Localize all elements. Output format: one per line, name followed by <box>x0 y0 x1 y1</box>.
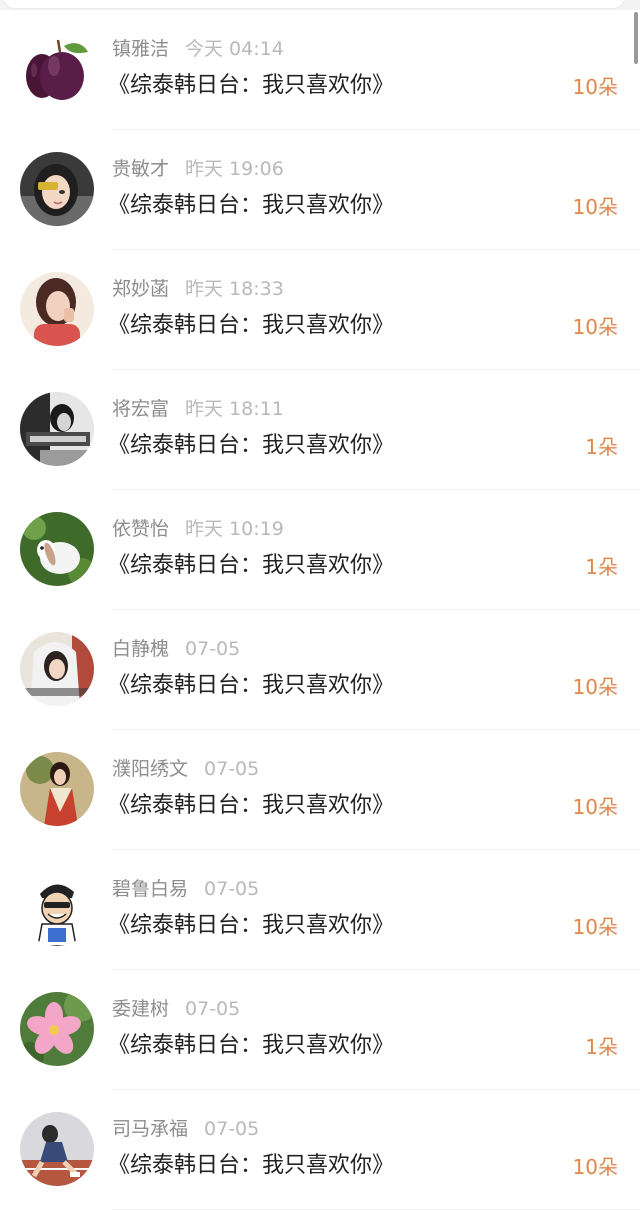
timestamp: 今天 04:14 <box>185 38 284 60</box>
gift-count: 10朵 <box>572 315 618 339</box>
monochrome-photo-avatar-icon[interactable] <box>20 392 94 466</box>
timestamp: 昨天 19:06 <box>185 158 284 180</box>
book-title: 《综泰韩日台：我只喜欢你》 <box>108 913 395 938</box>
name-line: 郑妙菡 昨天 18:33 <box>112 276 284 302</box>
user-name: 白静槐 <box>112 638 170 660</box>
top-card-edge <box>4 0 624 8</box>
user-name: 镇雅洁 <box>112 38 170 60</box>
timestamp: 07-05 <box>185 638 241 660</box>
gift-count: 1朵 <box>585 435 618 459</box>
user-name: 郑妙菡 <box>112 278 170 300</box>
gift-record-list: 镇雅洁 今天 04:14 《综泰韩日台：我只喜欢你》 10朵 贵敏才 昨天 19:0… <box>0 10 640 1210</box>
book-title: 《综泰韩日台：我只喜欢你》 <box>108 433 395 458</box>
girl-hoodie-avatar-icon[interactable] <box>20 632 94 706</box>
cartoon-man-avatar-icon[interactable] <box>20 872 94 946</box>
list-item[interactable]: 白静槐 07-05 《综泰韩日台：我只喜欢你》 10朵 <box>0 610 640 730</box>
gift-count: 10朵 <box>572 675 618 699</box>
pink-flower-avatar-icon[interactable] <box>20 992 94 1066</box>
user-name: 将宏富 <box>112 398 170 420</box>
timestamp: 昨天 10:19 <box>185 518 284 540</box>
book-title: 《综泰韩日台：我只喜欢你》 <box>108 1153 395 1178</box>
book-title: 《综泰韩日台：我只喜欢你》 <box>108 313 395 338</box>
list-item[interactable]: 司马承福 07-05 《综泰韩日台：我只喜欢你》 10朵 <box>0 1090 640 1210</box>
list-item[interactable]: 郑妙菡 昨天 18:33 《综泰韩日台：我只喜欢你》 10朵 <box>0 250 640 370</box>
running-track-avatar-icon[interactable] <box>20 1112 94 1186</box>
user-name: 碧鲁白易 <box>112 878 189 900</box>
top-area <box>0 0 640 10</box>
book-title: 《综泰韩日台：我只喜欢你》 <box>108 553 395 578</box>
name-line: 将宏富 昨天 18:11 <box>112 396 284 422</box>
rabbit-avatar-icon[interactable] <box>20 512 94 586</box>
girl-portrait-avatar-icon[interactable] <box>20 152 94 226</box>
list-item[interactable]: 濮阳绣文 07-05 《综泰韩日台：我只喜欢你》 10朵 <box>0 730 640 850</box>
gift-count: 1朵 <box>585 1035 618 1059</box>
girl-red-avatar-icon[interactable] <box>20 272 94 346</box>
gift-count: 1朵 <box>585 555 618 579</box>
name-line: 濮阳绣文 07-05 <box>112 756 259 782</box>
name-line: 碧鲁白易 07-05 <box>112 876 259 902</box>
name-line: 贵敏才 昨天 19:06 <box>112 156 284 182</box>
timestamp: 07-05 <box>185 998 241 1020</box>
timestamp: 07-05 <box>204 878 260 900</box>
book-title: 《综泰韩日台：我只喜欢你》 <box>108 193 395 218</box>
timestamp: 昨天 18:33 <box>185 278 284 300</box>
name-line: 镇雅洁 今天 04:14 <box>112 36 284 62</box>
name-line: 依赞怡 昨天 10:19 <box>112 516 284 542</box>
book-title: 《综泰韩日台：我只喜欢你》 <box>108 73 395 98</box>
list-item[interactable]: 镇雅洁 今天 04:14 《综泰韩日台：我只喜欢你》 10朵 <box>0 10 640 130</box>
costume-avatar-icon[interactable] <box>20 752 94 826</box>
gift-count: 10朵 <box>572 795 618 819</box>
timestamp: 昨天 18:11 <box>185 398 284 420</box>
list-item[interactable]: 委建树 07-05 《综泰韩日台：我只喜欢你》 1朵 <box>0 970 640 1090</box>
gift-count: 10朵 <box>572 1155 618 1179</box>
gift-count: 10朵 <box>572 915 618 939</box>
list-item[interactable]: 将宏富 昨天 18:11 《综泰韩日台：我只喜欢你》 1朵 <box>0 370 640 490</box>
name-line: 白静槐 07-05 <box>112 636 240 662</box>
book-title: 《综泰韩日台：我只喜欢你》 <box>108 793 395 818</box>
list-item[interactable]: 碧鲁白易 07-05 《综泰韩日台：我只喜欢你》 10朵 <box>0 850 640 970</box>
book-title: 《综泰韩日台：我只喜欢你》 <box>108 1033 395 1058</box>
list-item[interactable]: 贵敏才 昨天 19:06 《综泰韩日台：我只喜欢你》 10朵 <box>0 130 640 250</box>
user-name: 濮阳绣文 <box>112 758 189 780</box>
user-name: 贵敏才 <box>112 158 170 180</box>
user-name: 委建树 <box>112 998 170 1020</box>
timestamp: 07-05 <box>204 1118 260 1140</box>
user-name: 司马承福 <box>112 1118 189 1140</box>
gift-count: 10朵 <box>572 75 618 99</box>
plum-avatar-icon[interactable] <box>20 32 94 106</box>
gift-count: 10朵 <box>572 195 618 219</box>
user-name: 依赞怡 <box>112 518 170 540</box>
book-title: 《综泰韩日台：我只喜欢你》 <box>108 673 395 698</box>
name-line: 委建树 07-05 <box>112 996 240 1022</box>
timestamp: 07-05 <box>204 758 260 780</box>
name-line: 司马承福 07-05 <box>112 1116 259 1142</box>
list-item[interactable]: 依赞怡 昨天 10:19 《综泰韩日台：我只喜欢你》 1朵 <box>0 490 640 610</box>
